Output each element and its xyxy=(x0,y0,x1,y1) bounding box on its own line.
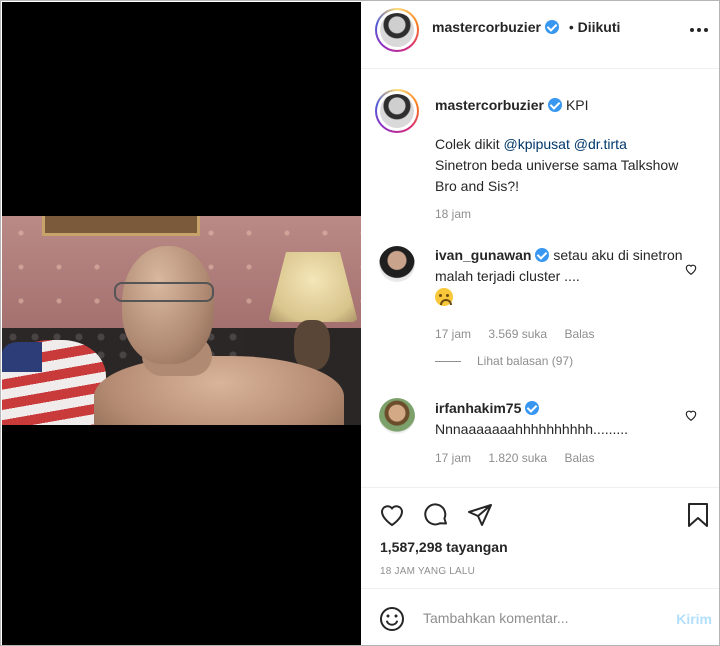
comment-body: irfanhakim75 Nnnaaaaaaahhhhhhhhhh.......… xyxy=(435,398,685,440)
person-glasses xyxy=(114,282,214,302)
like-heart-icon[interactable] xyxy=(378,501,406,529)
share-paper-plane-icon[interactable] xyxy=(466,501,494,529)
comment-input[interactable] xyxy=(423,605,663,631)
like-comment-heart-icon[interactable] xyxy=(684,408,698,422)
view-replies-label: Lihat balasan (97) xyxy=(477,354,574,368)
caption-line: Bro and Sis?! xyxy=(435,178,520,194)
comment-meta: 17 jam 3.569 suka Balas xyxy=(435,327,608,341)
comment-text: Nnnaaaaaaahhhhhhhhhh......... xyxy=(435,421,629,437)
mention-link[interactable]: @kpipusat xyxy=(503,136,569,152)
author-username[interactable]: mastercorbuzier xyxy=(432,19,541,35)
verified-badge-icon xyxy=(535,248,550,262)
caption-prefix: Colek dikit xyxy=(435,136,500,152)
flag-pillow-canton xyxy=(2,342,42,372)
comment-time[interactable]: 17 jam xyxy=(435,327,471,341)
caption-avatar[interactable] xyxy=(375,89,419,133)
comments-section: mastercorbuzier KPI Colek dikit @kpipusat… xyxy=(361,70,719,487)
post-actions: 1,587,298 tayangan 18 JAM YANG LALU xyxy=(361,487,719,587)
caption-author: mastercorbuzier KPI xyxy=(435,97,589,113)
emoji-smile-icon[interactable] xyxy=(378,605,406,633)
save-bookmark-icon[interactable] xyxy=(684,501,712,529)
reply-button[interactable]: Balas xyxy=(564,327,594,341)
caption-text: Colek dikit @kpipusat @dr.tirta Sinetron… xyxy=(435,134,705,197)
post-modal: mastercorbuzier • Diikuti mastercorbuzie… xyxy=(0,0,720,646)
comment-likes[interactable]: 3.569 suka xyxy=(488,327,547,341)
comment-likes[interactable]: 1.820 suka xyxy=(488,451,547,465)
mention-link[interactable]: @dr.tirta xyxy=(574,136,627,152)
commenter-avatar[interactable] xyxy=(379,246,415,282)
comment-body: ivan_gunawan setau aku di sinetron malah… xyxy=(435,245,685,308)
follow-status[interactable]: Diikuti xyxy=(578,19,621,35)
video-player[interactable] xyxy=(2,216,361,425)
comment-bubble-icon[interactable] xyxy=(422,501,450,529)
separator-dot: • xyxy=(568,19,574,35)
wall-picture-frame xyxy=(42,216,200,236)
reply-button[interactable]: Balas xyxy=(564,451,594,465)
add-comment-bar: Kirim xyxy=(361,588,719,645)
post-comment-button[interactable]: Kirim xyxy=(676,611,712,627)
sad-face-emoji-icon xyxy=(435,288,453,306)
post-sidebar: mastercorbuzier • Diikuti mastercorbuzie… xyxy=(361,2,719,645)
caption-line: Sinetron beda universe sama Talkshow xyxy=(435,157,679,173)
post-header: mastercorbuzier • Diikuti xyxy=(361,2,719,69)
post-timestamp[interactable]: 18 JAM YANG LALU xyxy=(380,566,475,577)
verified-badge-icon xyxy=(525,401,540,415)
view-count: 1,587,298 tayangan xyxy=(380,539,508,555)
comment-meta: 17 jam 1.820 suka Balas xyxy=(435,451,608,465)
person-shoulders xyxy=(94,356,344,425)
verified-badge-icon xyxy=(544,20,559,34)
lamp-base xyxy=(294,320,330,370)
comment-time[interactable]: 17 jam xyxy=(435,451,471,465)
caption-time[interactable]: 18 jam xyxy=(435,207,471,221)
author-avatar[interactable] xyxy=(375,8,419,52)
caption-tag: KPI xyxy=(565,97,589,113)
like-comment-heart-icon[interactable] xyxy=(684,262,698,276)
commenter-username[interactable]: irfanhakim75 xyxy=(435,400,521,416)
commenter-username[interactable]: ivan_gunawan xyxy=(435,247,531,263)
person-head xyxy=(122,246,214,364)
commenter-avatar[interactable] xyxy=(379,398,415,434)
more-options-icon[interactable] xyxy=(690,28,708,32)
view-replies-button[interactable]: Lihat balasan (97) xyxy=(435,354,573,368)
replies-divider xyxy=(435,361,461,363)
media-panel xyxy=(2,2,361,645)
author-info: mastercorbuzier • Diikuti xyxy=(432,19,620,35)
caption-username[interactable]: mastercorbuzier xyxy=(435,97,544,113)
verified-badge-icon xyxy=(547,98,562,112)
